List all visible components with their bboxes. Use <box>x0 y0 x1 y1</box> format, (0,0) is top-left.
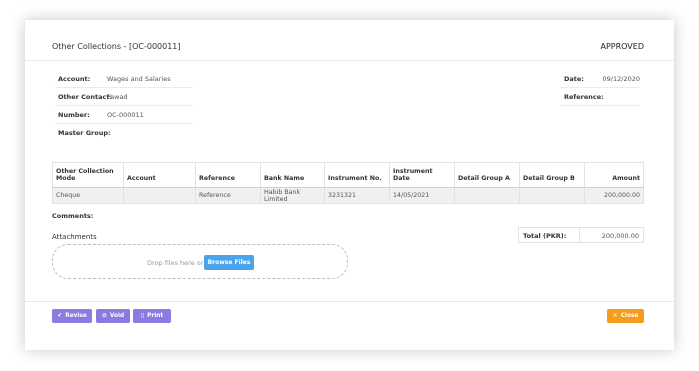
collection-card: Other Collections - [OC-000011] APPROVED… <box>25 20 674 350</box>
date-label: Date: <box>564 75 584 83</box>
reference-field: Reference: <box>560 90 640 106</box>
status-badge: APPROVED <box>600 42 644 51</box>
total-divider <box>579 228 580 242</box>
table-header-row: Other Collection Mode Account Reference … <box>52 162 644 188</box>
header-divider <box>25 60 674 61</box>
revise-button[interactable]: ✔ Revise <box>52 309 92 323</box>
close-icon: ✕ <box>612 312 618 319</box>
void-label: Void <box>109 313 125 319</box>
total-value: 200,000.00 <box>601 232 639 240</box>
cell-amount: 200,000.00 <box>584 187 644 204</box>
col-header-amount: Amount <box>584 162 644 188</box>
number-value: OC-000011 <box>107 111 144 119</box>
col-header-instrument-no: Instrument No. <box>324 162 390 188</box>
number-label: Number: <box>58 111 90 119</box>
cell-bank-name: Habib Bank Limited <box>260 187 325 204</box>
master-group-field: Master Group: <box>55 126 167 142</box>
cell-detail-group-a <box>454 187 520 204</box>
void-button[interactable]: ⊘ Void <box>96 309 130 323</box>
table-row[interactable]: Cheque Reference Habib Bank Limited 3231… <box>52 187 644 204</box>
dropzone-text: Drop files here or <box>147 259 204 267</box>
number-value-field: OC-000011 <box>103 108 193 124</box>
collection-lines-table: Other Collection Mode Account Reference … <box>52 162 644 204</box>
col-header-reference: Reference <box>195 162 261 188</box>
master-group-label: Master Group: <box>58 129 111 137</box>
other-contact-value-field: Fawad <box>103 90 193 106</box>
close-label: Close <box>620 313 639 319</box>
revise-label: Revise <box>65 313 87 319</box>
cell-account <box>123 187 196 204</box>
account-value: Wages and Salaries <box>107 75 171 83</box>
cell-reference: Reference <box>195 187 261 204</box>
browse-files-button[interactable]: Browse Files <box>204 255 254 270</box>
account-value-field: Wages and Salaries <box>103 72 193 88</box>
cell-detail-group-b <box>519 187 585 204</box>
document-icon: ▯ <box>140 312 145 319</box>
attachments-label: Attachments <box>52 233 97 241</box>
attachment-dropzone[interactable]: Drop files here or Browse Files <box>52 244 348 279</box>
col-header-bank-name: Bank Name <box>260 162 325 188</box>
void-circle-icon: ⊘ <box>101 312 107 319</box>
cell-mode: Cheque <box>52 187 124 204</box>
print-button[interactable]: ▯ Print <box>133 309 171 323</box>
check-icon: ✔ <box>57 312 63 319</box>
close-button[interactable]: ✕ Close <box>607 309 644 323</box>
reference-label: Reference: <box>564 93 604 101</box>
total-label: Total (PKR): <box>523 232 567 240</box>
footer-divider <box>25 301 674 302</box>
col-header-detail-group-b: Detail Group B <box>519 162 585 188</box>
account-label: Account: <box>58 75 91 83</box>
col-header-instrument-date: Instrument Date <box>389 162 455 188</box>
cell-instrument-no: 3231321 <box>324 187 390 204</box>
date-field: Date: 09/12/2020 <box>560 72 640 88</box>
col-header-mode: Other Collection Mode <box>52 162 124 188</box>
col-header-detail-group-a: Detail Group A <box>454 162 520 188</box>
other-contact-value: Fawad <box>107 93 128 101</box>
print-label: Print <box>147 313 164 319</box>
comments-label: Comments: <box>52 212 94 220</box>
date-value: 09/12/2020 <box>602 75 640 83</box>
total-box: Total (PKR): 200,000.00 <box>518 227 644 243</box>
col-header-account: Account <box>123 162 196 188</box>
page-title: Other Collections - [OC-000011] <box>52 42 181 51</box>
cell-instrument-date: 14/05/2021 <box>389 187 455 204</box>
